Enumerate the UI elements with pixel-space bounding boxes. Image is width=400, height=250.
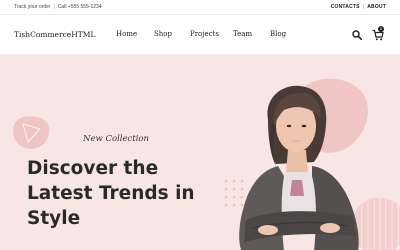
about-link[interactable]: ABOUT xyxy=(367,4,386,10)
nav-item-home[interactable]: Home xyxy=(116,30,137,38)
decorative-blob xyxy=(13,116,50,149)
headline-line: Style xyxy=(27,208,81,229)
nav-item-team[interactable]: Team xyxy=(233,30,252,38)
hero-headline: Discover the Latest Trends in Style xyxy=(27,156,227,231)
nav-item-projects[interactable]: Projects xyxy=(190,30,219,38)
headline-line: Discover the xyxy=(27,158,159,179)
contacts-link[interactable]: CONTACTS xyxy=(331,4,360,10)
top-bar-links: CONTACTS | ABOUT xyxy=(330,4,386,10)
search-icon[interactable] xyxy=(352,30,362,40)
phone-number: Call +555 555-1234 xyxy=(57,4,102,10)
nav-item-shop[interactable]: Shop xyxy=(154,30,172,38)
main-navigation: TishCommerceHTML Home Shop Projects Team… xyxy=(0,15,400,55)
site-logo[interactable]: TishCommerceHTML xyxy=(14,30,95,39)
hero-subtitle: New Collection xyxy=(83,134,150,144)
nav-item-blog[interactable]: Blog xyxy=(270,30,286,38)
top-bar-info: Track your order | Call +555 555-1234 xyxy=(14,4,102,10)
nav-icons: 0 xyxy=(352,26,386,42)
hero-model-image xyxy=(239,85,359,250)
top-bar: Track your order | Call +555 555-1234 CONT… xyxy=(0,0,400,15)
cart-count-badge: 0 xyxy=(378,26,384,32)
track-order-link[interactable]: Track your order xyxy=(14,4,51,10)
headline-line: Latest Trends in xyxy=(27,183,195,204)
hero-section: New Collection Discover the Latest Trend… xyxy=(0,55,400,250)
